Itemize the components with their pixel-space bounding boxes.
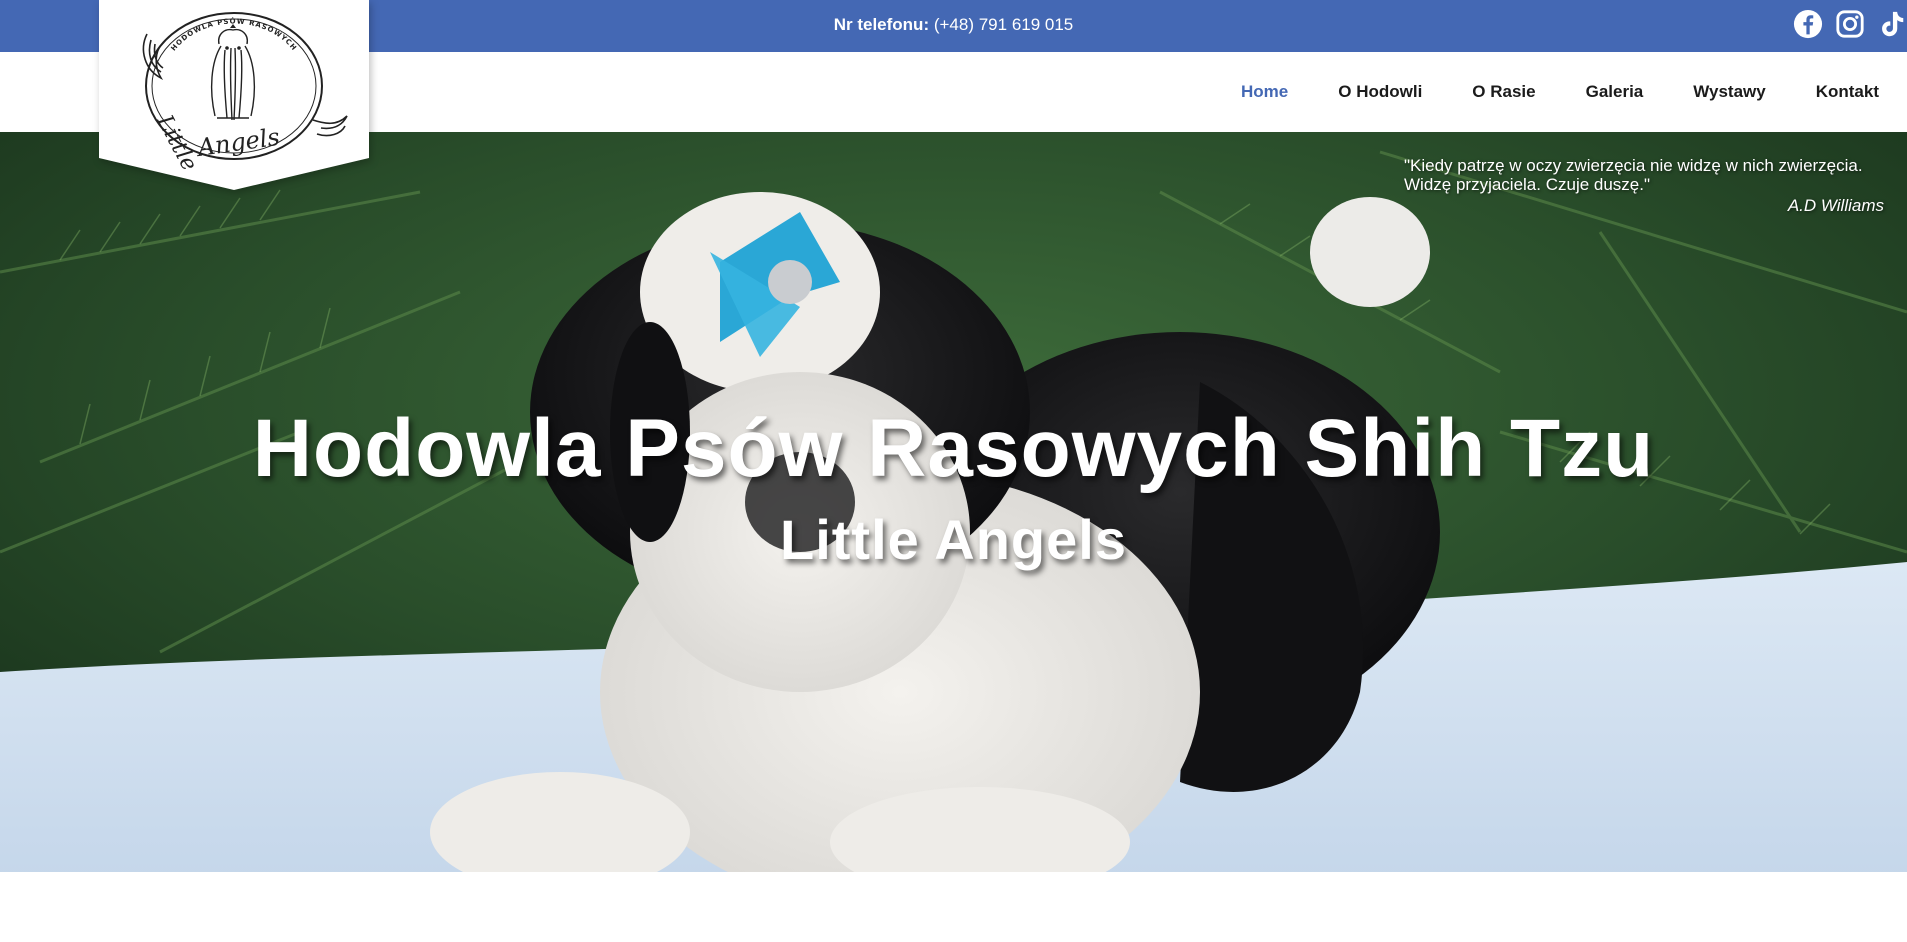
quote-line-1: "Kiedy patrzę w oczy zwierzęcia nie widz… xyxy=(1404,156,1863,175)
facebook-icon[interactable] xyxy=(1793,8,1823,40)
social-links xyxy=(1793,8,1907,42)
hero-title: Hodowla Psów Rasowych Shih Tzu xyxy=(252,403,1655,494)
phone-number[interactable]: (+48) 791 619 015 xyxy=(934,15,1073,34)
quote-line-2: Widzę przyjaciela. Czuje duszę." xyxy=(1404,175,1651,194)
hero-quote: "Kiedy patrzę w oczy zwierzęcia nie widz… xyxy=(1404,156,1884,215)
nav-item-o-hodowli[interactable]: O Hodowli xyxy=(1338,82,1422,102)
nav-item-o-rasie[interactable]: O Rasie xyxy=(1472,82,1535,102)
nav-item-wystawy[interactable]: Wystawy xyxy=(1693,82,1765,102)
nav-item-galeria[interactable]: Galeria xyxy=(1586,82,1644,102)
hero-section: "Kiedy patrzę w oczy zwierzęcia nie widz… xyxy=(0,132,1907,890)
nav-item-kontakt[interactable]: Kontakt xyxy=(1816,82,1879,102)
hero-subtitle: Little Angels xyxy=(780,508,1127,571)
instagram-icon[interactable] xyxy=(1835,8,1865,40)
quote-author: A.D Williams xyxy=(1787,196,1884,215)
nav-item-home[interactable]: Home xyxy=(1241,82,1288,102)
main-menu: Home O Hodowli O Rasie Galeria Wystawy K… xyxy=(1191,52,1879,132)
phone-label: Nr telefonu: xyxy=(833,15,930,34)
tiktok-icon[interactable] xyxy=(1877,8,1907,40)
site-logo[interactable]: HODOWLA PSÓW RASOWYCH Little Angels xyxy=(99,0,369,190)
